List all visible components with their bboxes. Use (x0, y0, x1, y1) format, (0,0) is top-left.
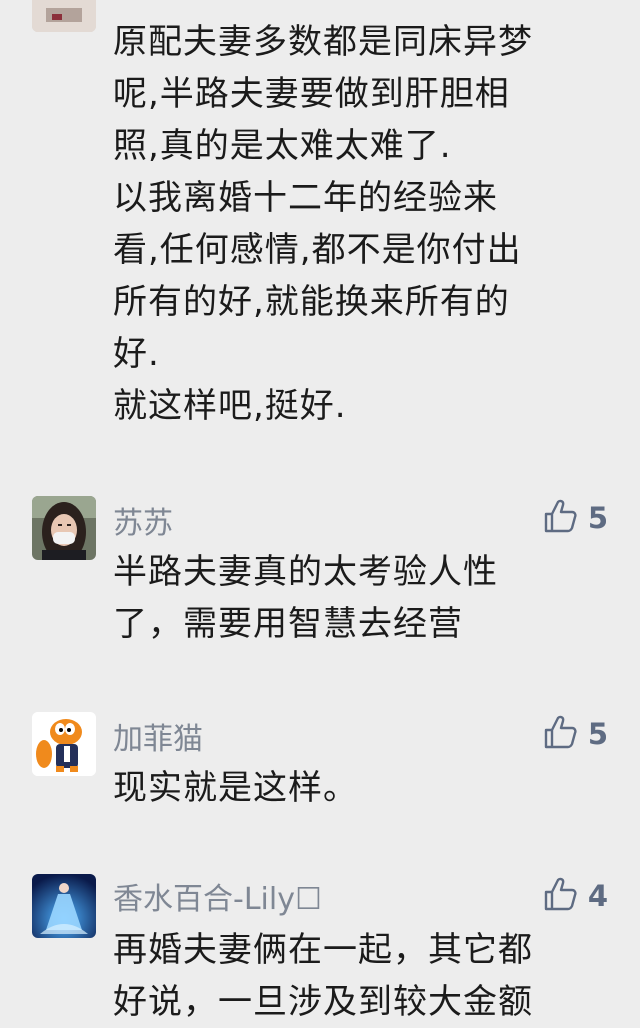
avatar-image (32, 712, 96, 776)
like-button[interactable]: 5 (542, 714, 608, 754)
avatar[interactable] (32, 874, 96, 938)
comment-text-line: 再婚夫妻俩在一起，其它都 (113, 930, 533, 970)
avatar[interactable] (32, 712, 96, 776)
comment-text-line: 看,任何感情,都不是你付出 (113, 230, 522, 270)
comment-text: 现实就是这样。 (113, 762, 600, 814)
username[interactable]: 香水百合-Lily☐ (113, 874, 322, 918)
comment-text: 再婚夫妻俩在一起，其它都 好说，一旦涉及到较大金额 (113, 924, 600, 1028)
thumbs-up-icon (542, 876, 578, 916)
comment-text: 半路夫妻真的太考验人性 了，需要用智慧去经营 (113, 546, 600, 650)
comment-text-line: 现实就是这样。 (113, 768, 358, 808)
comment-text-line: 呢,半路夫妻要做到肝胆相 (113, 74, 510, 114)
avatar[interactable] (32, 496, 96, 560)
like-button[interactable]: 4 (542, 876, 608, 916)
comment-text: 原配夫妻多数都是同床异梦 呢,半路夫妻要做到肝胆相 照,真的是太难太难了. 以我… (113, 16, 600, 432)
comment-text-line: 半路夫妻真的太考验人性 (113, 552, 498, 592)
like-count: 4 (587, 879, 608, 913)
comment-text-line: 照,真的是太难太难了. (113, 126, 452, 166)
avatar[interactable] (32, 0, 96, 32)
comment-text-line: 好. (113, 334, 160, 374)
like-count: 5 (587, 717, 608, 751)
thumbs-up-icon (542, 498, 578, 538)
comment-text-line: 所有的好,就能换来所有的 (113, 282, 510, 322)
like-button[interactable]: 5 (542, 498, 608, 538)
avatar-image (32, 496, 96, 560)
avatar-image (32, 0, 96, 32)
comment-text-line: 了，需要用智慧去经营 (113, 604, 463, 644)
comment-text-line: 原配夫妻多数都是同床异梦 (113, 22, 533, 62)
avatar-image (32, 874, 96, 938)
username[interactable]: 加菲猫 (113, 714, 203, 758)
username[interactable]: 苏苏 (113, 498, 173, 542)
like-count: 5 (587, 501, 608, 535)
comment-text-line: 就这样吧,挺好. (113, 386, 347, 426)
comment-text-line: 好说，一旦涉及到较大金额 (113, 982, 533, 1022)
thumbs-up-icon (542, 714, 578, 754)
comment-text-line: 以我离婚十二年的经验来 (113, 178, 498, 218)
